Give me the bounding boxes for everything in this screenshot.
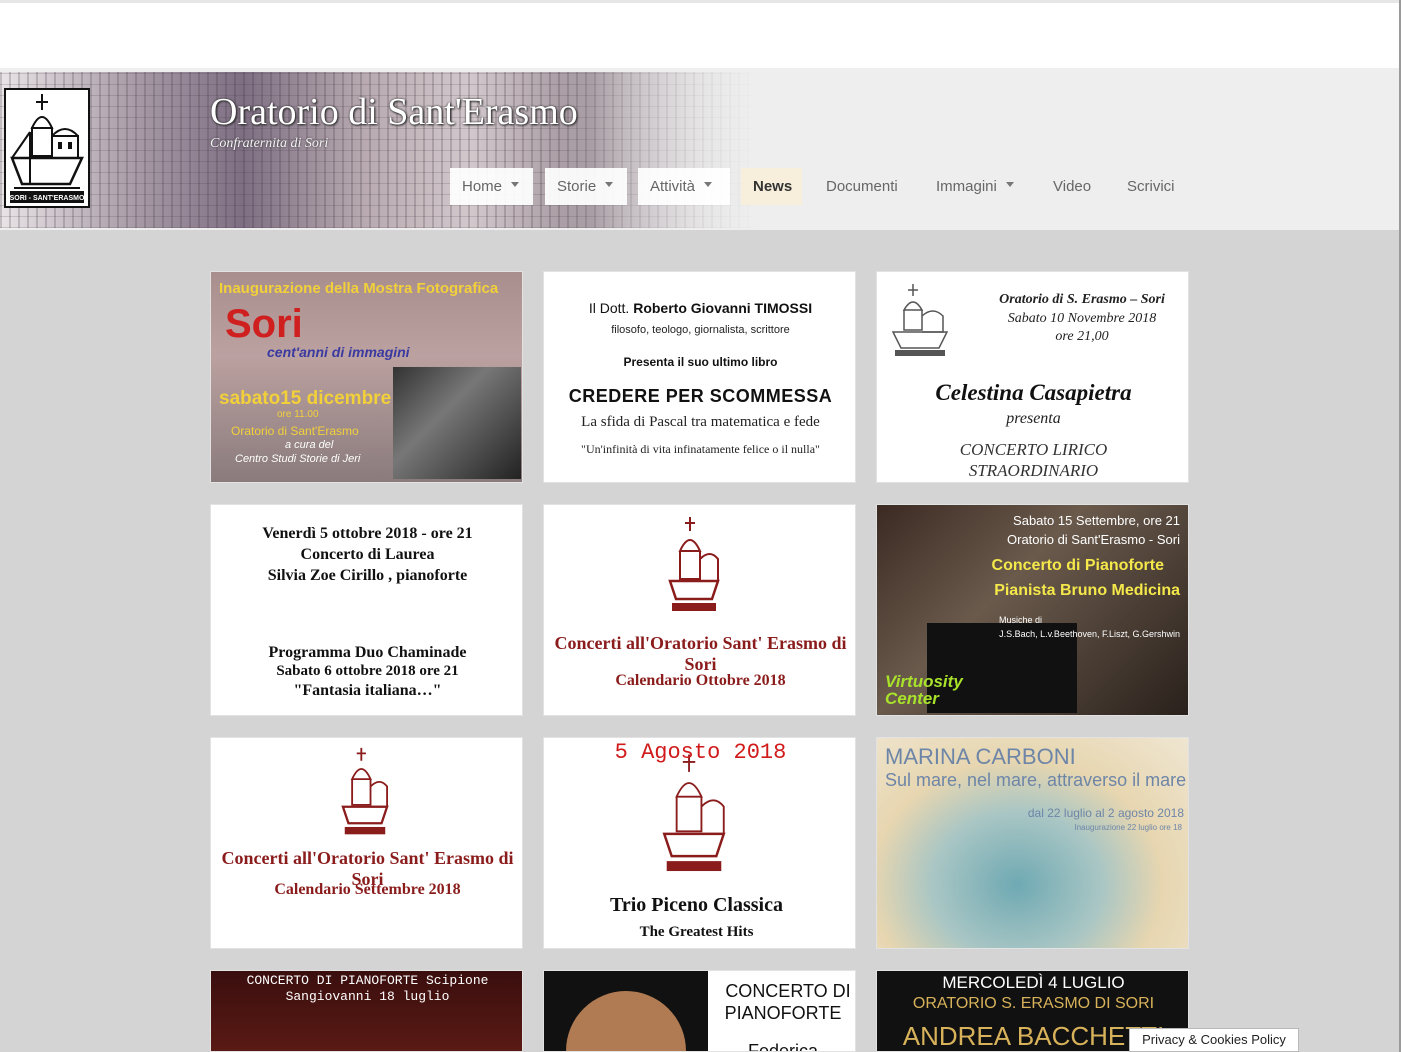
news-card-piceno[interactable]: 5 Agosto 2018 Trio Piceno Classica The G…	[543, 737, 856, 949]
logo-caption: SORI - SANT'ERASMO	[10, 195, 85, 202]
news-card-calendario-settembre[interactable]: Concerti all'Oratorio Sant' Erasmo di So…	[210, 737, 523, 949]
card-venue: Oratorio di S. Erasmo – Sori	[999, 292, 1165, 307]
card-line: Silvia Zoe Cirillo , pianoforte	[267, 567, 468, 584]
card-line: Programma Duo Chaminade	[268, 644, 467, 661]
card-line: Concerto di Laurea	[300, 546, 435, 563]
card-line: CONCERTO DI PIANOFORTE Scipione	[246, 973, 489, 988]
card-cura-org: Centro Studi Storie di Jeri	[235, 453, 361, 465]
card-cura: a cura del	[285, 439, 334, 451]
browser-top-area	[0, 0, 1399, 68]
card-date: Sabato 10 Novembre 2018	[1007, 311, 1157, 326]
nav-news[interactable]: News	[741, 168, 802, 205]
nav-home[interactable]: Home	[450, 168, 533, 205]
nav-attivita[interactable]: Attività	[638, 168, 730, 205]
site-tagline: Confraternita di Sori	[210, 136, 329, 151]
card-subtitle: Calendario Ottobre 2018	[615, 672, 786, 689]
card-name: MARINA CARBONI	[885, 744, 1076, 769]
chevron-down-icon	[1005, 181, 1014, 187]
news-card-sangiovanni[interactable]: CONCERTO DI PIANOFORTE Scipione Sangiova…	[210, 970, 523, 1052]
card-title: Concerti all'Oratorio Sant' Erasmo di So…	[554, 633, 847, 674]
card-date: Sabato 15 Settembre, ore 21	[1013, 513, 1180, 528]
news-card-laurea[interactable]: Venerdì 5 ottobre 2018 - ore 21 Concerto…	[210, 504, 523, 716]
card-subtitle: Calendario Settembre 2018	[274, 881, 461, 898]
card-subtitle: presenta	[1006, 410, 1061, 427]
privacy-cookies-button[interactable]: Privacy & Cookies Policy	[1129, 1028, 1299, 1052]
news-card-celestina[interactable]: Oratorio di S. Erasmo – Sori Sabato 10 N…	[876, 271, 1189, 483]
nav-scrivici[interactable]: Scrivici	[1115, 168, 1187, 205]
nav-video[interactable]: Video	[1041, 168, 1103, 205]
card-title: CREDERE PER SCOMMESSA	[568, 386, 833, 406]
nav-documenti[interactable]: Documenti	[814, 168, 910, 205]
nav-immagini[interactable]: Immagini	[924, 168, 1026, 205]
card-concert-line2: STRAORDINARIO	[968, 461, 1099, 480]
card-title: Sori	[225, 302, 303, 346]
oratorio-logo-icon	[341, 747, 389, 835]
card-date: 5 Agosto 2018	[614, 740, 787, 765]
card-line: ORATORIO S. ERASMO DI SORI	[912, 995, 1155, 1012]
card-author-roles: filosofo, teologo, giornalista, scrittor…	[611, 324, 790, 336]
chevron-down-icon	[511, 181, 520, 187]
chevron-down-icon	[605, 181, 614, 187]
card-quote: "Un'infinità di vita infinatamente felic…	[581, 442, 820, 456]
card-concert-line1: CONCERTO LIRICO	[959, 440, 1108, 459]
card-venue: Oratorio di Sant'Erasmo - Sori	[1007, 532, 1180, 547]
oratorio-logo-icon	[662, 754, 726, 872]
card-time: ore 11.00	[277, 409, 319, 420]
card-title: Trio Piceno Classica	[610, 894, 783, 916]
card-heading: Inaugurazione della Mostra Fotografica	[219, 280, 499, 297]
card-place: Oratorio di Sant'Erasmo	[231, 424, 359, 438]
oratorio-logo-icon	[891, 284, 949, 356]
oratorio-logo-icon	[668, 517, 720, 611]
news-card-calendario-ottobre[interactable]: Concerti all'Oratorio Sant' Erasmo di So…	[543, 504, 856, 716]
card-dates: dal 22 luglio al 2 agosto 2018	[1027, 806, 1184, 820]
card-subtitle: La sfida di Pascal tra matematica e fede	[581, 414, 820, 430]
news-card-medicina[interactable]: Sabato 15 Settembre, ore 21 Oratorio di …	[876, 504, 1189, 716]
card-title: Celestina Casapietra	[935, 380, 1132, 405]
card-time: ore 21,00	[1055, 329, 1109, 344]
card-subtitle: cent'anni di immagini	[267, 344, 410, 360]
card-author: Il Dott. Roberto Giovanni TIMOSSI	[588, 300, 813, 316]
news-card-timossi[interactable]: Il Dott. Roberto Giovanni TIMOSSI filoso…	[543, 271, 856, 483]
card-line: Sabato 6 ottobre 2018 ore 21	[276, 663, 459, 679]
card-musiche: Musiche di	[999, 615, 1043, 625]
card-line: MERCOLEDÌ 4 LUGLIO	[942, 973, 1125, 992]
train-photo	[393, 367, 521, 479]
news-card-mostra[interactable]: Inaugurazione della Mostra Fotografica S…	[210, 271, 523, 483]
card-subtitle: The Greatest Hits	[639, 924, 754, 940]
card-brand: Virtuosity Center	[885, 672, 963, 708]
card-line: "Fantasia italiana…"	[293, 682, 442, 699]
card-line: CONCERTO DI	[725, 981, 851, 1001]
card-date: sabato15 dicembre	[219, 388, 392, 409]
card-composers: J.S.Bach, L.v.Beethoven, F.Liszt, G.Gers…	[999, 629, 1180, 639]
card-title: Concerto di Pianoforte	[991, 557, 1164, 574]
nav-storie[interactable]: Storie	[545, 168, 627, 205]
site-title[interactable]: Oratorio di Sant'Erasmo	[210, 90, 578, 134]
card-title: Sul mare, nel mare, attraverso il mare	[885, 770, 1187, 790]
news-card-concerto-pianoforte[interactable]: CONCERTO DI PIANOFORTE Federica	[543, 970, 856, 1052]
portrait-photo	[544, 971, 708, 1051]
card-presenta: Presenta il suo ultimo libro	[623, 355, 778, 369]
card-line: Venerdì 5 ottobre 2018 - ore 21	[262, 525, 473, 542]
card-line: PIANOFORTE	[724, 1003, 842, 1023]
card-line: Sangiovanni 18 luglio	[285, 989, 450, 1004]
card-line: Federica	[747, 1041, 819, 1052]
card-pianist: Pianista Bruno Medicina	[994, 582, 1180, 599]
card-inaug: Inaugurazione 22 luglio ore 18	[1074, 823, 1182, 832]
oratorio-logo-icon[interactable]: SORI - SANT'ERASMO	[4, 88, 90, 208]
chevron-down-icon	[704, 181, 713, 187]
news-card-carboni[interactable]: MARINA CARBONI Sul mare, nel mare, attra…	[876, 737, 1189, 949]
